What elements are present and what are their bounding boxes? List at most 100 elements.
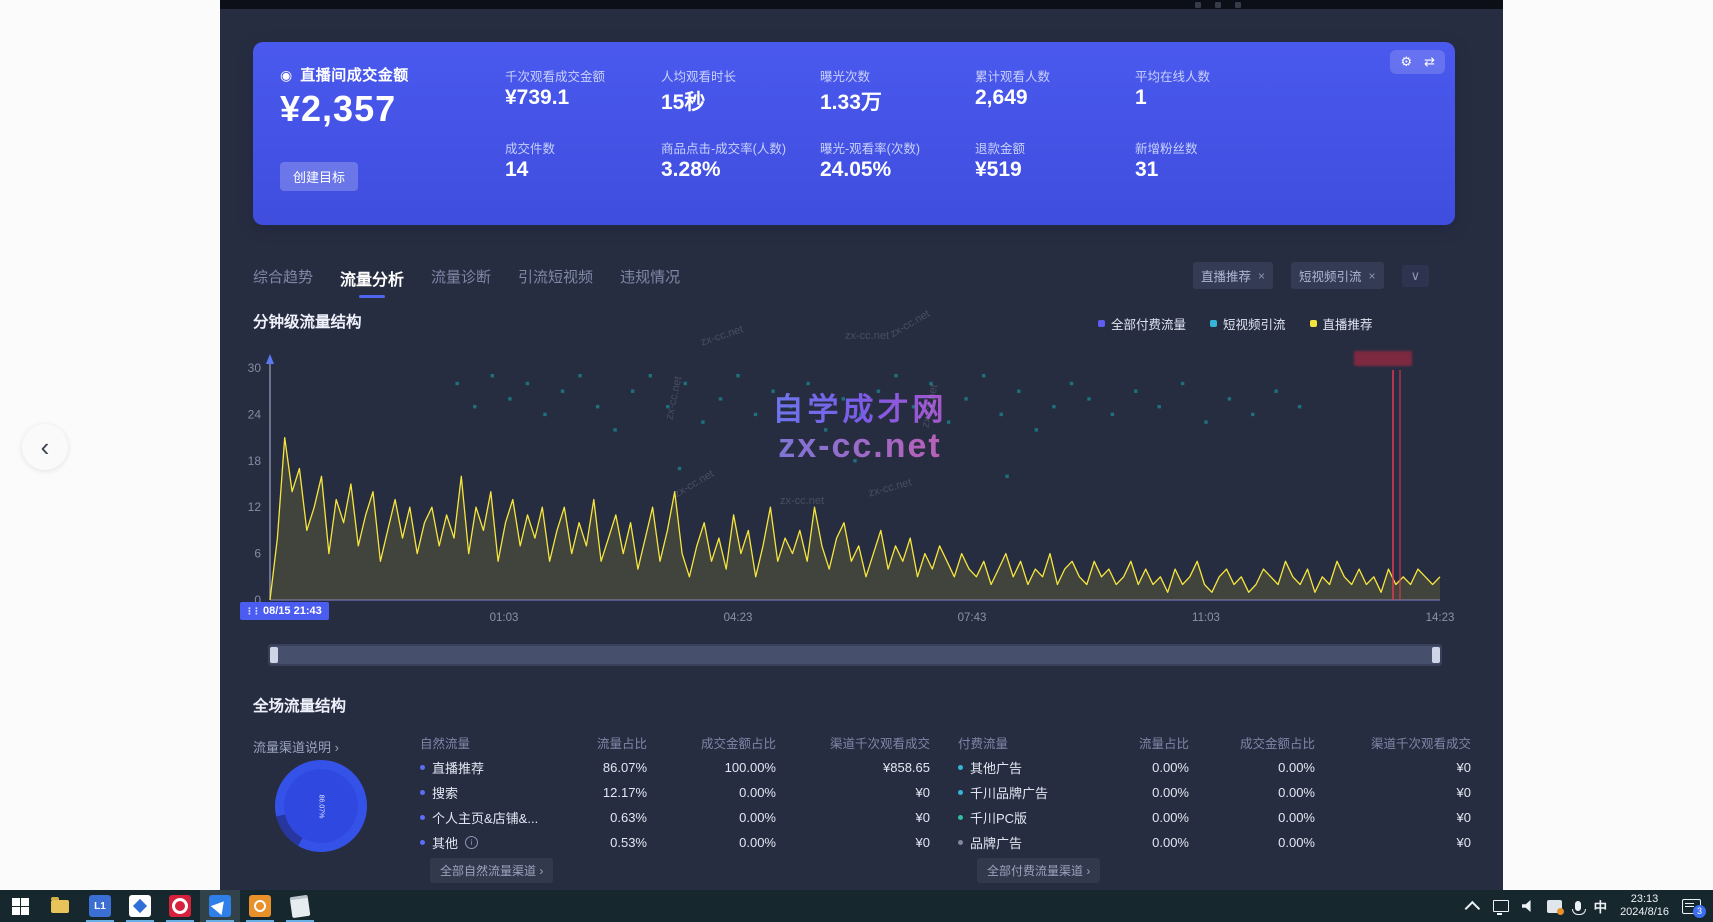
browser-icon <box>209 895 231 917</box>
window-control-icon[interactable] <box>1215 2 1221 8</box>
taskbar-app-browser-active[interactable] <box>200 890 240 922</box>
cell-share: 0.00% <box>1092 835 1189 850</box>
meeting-app-icon <box>129 895 151 917</box>
all-paid-channels-link[interactable]: 全部付费流量渠道 › <box>977 858 1100 883</box>
screenshot-tool-icon[interactable] <box>1547 900 1562 913</box>
legend-paid-traffic[interactable]: 全部付费流量 <box>1098 314 1186 333</box>
tab-traffic-analysis[interactable]: 流量分析 <box>340 266 404 298</box>
notepad-icon <box>290 894 311 917</box>
x-axis-start-label[interactable]: ⋮⋮ 08/15 21:43 <box>240 602 329 620</box>
window-control-icon[interactable] <box>1235 2 1241 8</box>
slider-handle-left[interactable] <box>270 647 278 663</box>
chart-legend: 全部付费流量 短视频引流 直播推荐 <box>1098 314 1373 333</box>
natural-traffic-table: 自然流量 流量占比 成交金额占比 渠道千次观看成交 直播推荐 86.07% 10… <box>420 730 930 855</box>
cell-share: 0.00% <box>1092 785 1189 800</box>
taskbar: L1 中 23:13 2024/8/16 3 <box>0 890 1713 922</box>
metric-value: ¥519 <box>975 158 1022 182</box>
column-header: 成交金额占比 <box>1189 733 1315 752</box>
cell-per-mille: ¥0 <box>1315 810 1471 825</box>
filter-chip-short-video[interactable]: 短视频引流 × <box>1291 262 1384 289</box>
metric-label: 商品点击-成交率(人数) <box>661 138 786 157</box>
svg-text:01:03: 01:03 <box>490 612 519 624</box>
chart-range-slider[interactable] <box>268 644 1442 666</box>
close-icon[interactable]: × <box>1369 269 1376 283</box>
create-goal-button[interactable]: 创建目标 <box>280 162 358 191</box>
slider-handle-right[interactable] <box>1432 647 1440 663</box>
taskbar-app-notepad[interactable] <box>280 890 320 922</box>
tray-chevron-up-icon[interactable] <box>1464 900 1480 916</box>
taskbar-app-opera[interactable] <box>160 890 200 922</box>
column-header: 渠道千次观看成交 <box>1315 733 1471 752</box>
watermark-small: zx-cc.net <box>888 308 932 340</box>
chevron-down-icon[interactable]: ∨ <box>1402 265 1430 287</box>
windows-logo-icon <box>12 898 29 915</box>
taskbar-app-orange[interactable] <box>240 890 280 922</box>
channel-note-link[interactable]: 流量渠道说明 › <box>253 737 339 756</box>
metric-column: 千次观看成交金额 ¥739.1 成交件数 14 <box>505 42 655 225</box>
window-top-strip <box>220 0 1503 9</box>
column-header: 流量占比 <box>550 733 647 752</box>
cell-gmv-share: 0.00% <box>1189 835 1315 850</box>
swap-icon[interactable]: ⇄ <box>1424 54 1435 70</box>
svg-text:04:23: 04:23 <box>724 612 753 624</box>
legend-live-recommend[interactable]: 直播推荐 <box>1310 314 1373 333</box>
cell-share: 0.53% <box>550 835 647 850</box>
cell-share: 12.17% <box>550 785 647 800</box>
speaker-icon[interactable] <box>1522 900 1534 912</box>
card-title: 直播间成交金额 <box>300 64 409 85</box>
bullet-icon <box>958 815 963 820</box>
bullet-icon <box>420 815 425 820</box>
table-row-label: 品牌广告 <box>958 833 1092 852</box>
filter-chip-live-recommend[interactable]: 直播推荐 × <box>1193 262 1273 289</box>
svg-text:11:03: 11:03 <box>1192 612 1220 624</box>
target-icon: ◉ <box>280 68 292 82</box>
info-icon[interactable]: i <box>465 836 478 849</box>
microphone-icon[interactable] <box>1575 901 1581 911</box>
svg-text:24: 24 <box>248 407 262 421</box>
start-button[interactable] <box>0 890 40 922</box>
cell-share: 0.00% <box>1092 760 1189 775</box>
traffic-donut-chart: 86.07% <box>275 760 367 852</box>
close-icon[interactable]: × <box>1258 269 1265 283</box>
network-icon[interactable] <box>1493 900 1509 912</box>
bullet-icon <box>420 765 425 770</box>
table-row-label: 搜索 <box>420 783 550 802</box>
back-button[interactable]: ‹ <box>22 424 68 470</box>
notification-icon[interactable]: 3 <box>1682 899 1701 914</box>
taskbar-app-meeting[interactable] <box>120 890 160 922</box>
taskbar-app-l1[interactable]: L1 <box>80 890 120 922</box>
metric-value: 1.33万 <box>820 86 882 116</box>
back-arrow-icon: ‹ <box>41 432 50 463</box>
svg-text:30: 30 <box>248 361 262 375</box>
tab-traffic-diagnosis[interactable]: 流量诊断 <box>431 266 491 298</box>
minute-traffic-chart[interactable]: 061218243001:0304:2307:4311:0314:23 <box>220 340 1480 632</box>
metric-value: 1 <box>1135 86 1147 110</box>
cell-gmv-share: 0.00% <box>647 785 776 800</box>
orange-app-icon <box>249 895 271 917</box>
metric-column: 平均在线人数 1 新增粉丝数 31 <box>1135 42 1285 225</box>
tab-short-video[interactable]: 引流短视频 <box>518 266 593 298</box>
legend-short-video[interactable]: 短视频引流 <box>1210 314 1286 333</box>
table-row-label: 千川PC版 <box>958 808 1092 827</box>
metric-column: 曝光次数 1.33万 曝光-观看率(次数) 24.05% <box>820 42 970 225</box>
file-explorer-icon[interactable] <box>40 890 80 922</box>
cell-gmv-share: 0.00% <box>647 810 776 825</box>
metric-label: 曝光-观看率(次数) <box>820 138 920 157</box>
clock[interactable]: 23:13 2024/8/16 <box>1620 893 1669 919</box>
cell-per-mille: ¥0 <box>1315 835 1471 850</box>
metric-label: 曝光次数 <box>820 66 870 85</box>
tab-violations[interactable]: 违规情况 <box>620 266 680 298</box>
metric-label: 平均在线人数 <box>1135 66 1210 85</box>
red-annotation <box>1354 351 1412 366</box>
folder-icon <box>51 900 69 913</box>
ime-indicator[interactable]: 中 <box>1594 896 1608 916</box>
column-header: 自然流量 <box>420 733 550 752</box>
all-natural-channels-link[interactable]: 全部自然流量渠道 › <box>430 858 553 883</box>
gear-icon[interactable]: ⚙ <box>1400 54 1412 70</box>
slider-range[interactable] <box>270 646 1440 664</box>
donut-hole: 86.07% <box>284 769 358 843</box>
metric-label: 千次观看成交金额 <box>505 66 605 85</box>
window-control-icon[interactable] <box>1195 2 1201 8</box>
tab-overall-trend[interactable]: 综合趋势 <box>253 266 313 298</box>
drag-handle-icon: ⋮⋮ <box>245 606 259 617</box>
